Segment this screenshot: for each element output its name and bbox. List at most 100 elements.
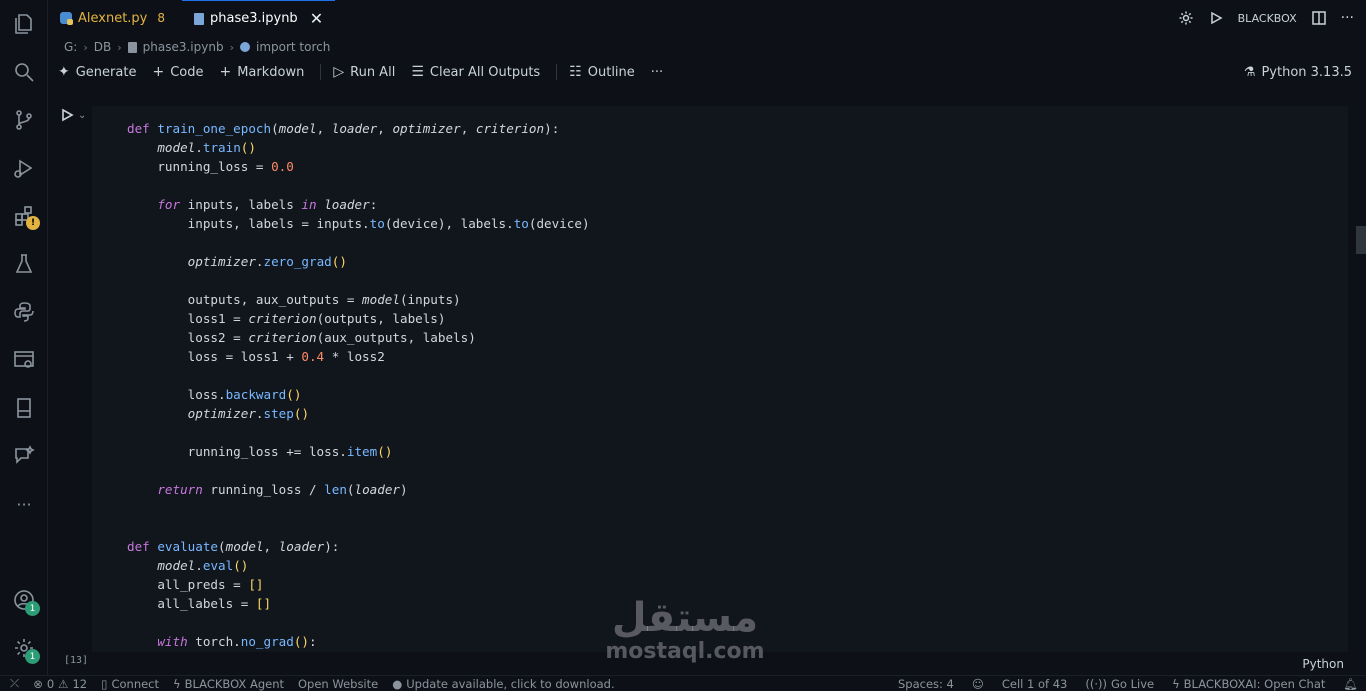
open-chat-label: BLACKBOXAI: Open Chat — [1183, 677, 1326, 691]
split-editor-icon[interactable] — [1311, 10, 1327, 26]
breadcrumb-item[interactable]: import torch — [256, 40, 330, 54]
blackbox-agent-status[interactable]: ϟ BLACKBOX Agent — [173, 677, 284, 691]
notebook-file-icon — [127, 41, 137, 53]
connect-status[interactable]: ▯ Connect — [101, 677, 159, 691]
toolbar-divider — [320, 64, 322, 80]
open-chat-status[interactable]: ϟ BLACKBOXAI: Open Chat — [1172, 677, 1325, 691]
broadcast-icon: ((·)) — [1085, 677, 1107, 691]
watermark-logo: مستقل mostaql.com — [600, 596, 770, 664]
add-markdown-button[interactable]: + Markdown — [219, 64, 304, 80]
add-code-button[interactable]: + Code — [152, 64, 203, 80]
warning-icon: ⚠ — [58, 676, 69, 691]
generate-label: Generate — [75, 64, 137, 80]
status-right: Spaces: 4 ☺ Cell 1 of 43 ((·)) Go Live ϟ… — [898, 676, 1358, 691]
status-bar: ⤫ ⊗ 0 ⚠ 12 ▯ Connect ϟ BLACKBOX Agent Op… — [0, 675, 1366, 691]
remote-icon[interactable]: ⤫ — [10, 676, 19, 691]
python-icon[interactable] — [0, 292, 48, 332]
bell-icon[interactable]: 🔔︎ — [1343, 677, 1358, 691]
cell-position-status[interactable]: Cell 1 of 43 — [1002, 677, 1068, 691]
editor-actions: BLACKBOX ··· — [1178, 0, 1354, 36]
lightning-icon: ϟ — [1172, 677, 1180, 691]
spaces-status[interactable]: Spaces: 4 — [898, 677, 954, 691]
source-control-icon[interactable] — [0, 100, 48, 140]
lightning-icon: ϟ — [173, 676, 181, 691]
breadcrumb-item[interactable]: G: — [64, 40, 77, 54]
clear-outputs-button[interactable]: ☰ Clear All Outputs — [411, 64, 540, 80]
run-all-icon: ▷ — [333, 64, 345, 80]
search-icon[interactable] — [0, 52, 48, 92]
watermark-latin: mostaql.com — [605, 639, 765, 664]
dot-icon: ● — [392, 676, 403, 691]
extensions-icon[interactable]: ! — [0, 196, 48, 236]
manage-badge: 1 — [25, 649, 40, 664]
problems-status[interactable]: ⊗ 0 ⚠ 12 — [33, 677, 87, 691]
toolbar-divider — [556, 64, 558, 80]
open-website-label: Open Website — [298, 676, 379, 691]
more-icon: ··· — [650, 64, 664, 80]
close-icon[interactable]: ✕ — [310, 9, 323, 28]
kernel-picker[interactable]: ⚗ Python 3.13.5 — [1244, 60, 1352, 84]
outline-button[interactable]: ☷ Outline — [569, 64, 635, 80]
run-debug-icon[interactable] — [0, 148, 48, 188]
clear-all-icon: ☰ — [411, 64, 424, 80]
warning-icon: ! — [26, 216, 40, 230]
python-icon — [239, 42, 250, 52]
run-cell-button[interactable]: ⌄ — [60, 108, 86, 122]
notebook-icon[interactable] — [0, 388, 48, 428]
testing-flask-icon[interactable] — [0, 244, 48, 284]
update-status[interactable]: ● Update available, click to download. — [392, 677, 614, 691]
more-views-icon[interactable]: ··· — [0, 484, 48, 524]
run-all-button[interactable]: ▷ Run All — [333, 64, 395, 80]
tab-alexnet[interactable]: Alexnet.py 8 — [48, 0, 177, 36]
flask-icon: ⚗ — [1243, 64, 1256, 80]
tab-bar: Alexnet.py 8 phase3.ipynb ✕ BLACKBOX ··· — [48, 0, 1366, 36]
plus-icon: + — [219, 64, 232, 80]
outline-label: Outline — [587, 64, 635, 80]
accounts-icon[interactable]: 1 — [0, 580, 48, 620]
remote-explorer-icon[interactable] — [0, 340, 48, 380]
more-toolbar-button[interactable]: ··· — [651, 65, 663, 80]
kernel-label: Python 3.13.5 — [1261, 64, 1352, 80]
chevron-down-icon[interactable]: ⌄ — [78, 110, 86, 121]
tab-phase3[interactable]: phase3.ipynb ✕ — [182, 0, 336, 36]
breadcrumb-item[interactable]: DB — [94, 40, 111, 54]
chat-icon[interactable] — [0, 436, 48, 476]
warnings-count: 12 — [72, 676, 88, 691]
clear-outputs-label: Clear All Outputs — [429, 64, 541, 80]
open-website-status[interactable]: Open Website — [298, 677, 378, 691]
watermark-arabic: مستقل — [611, 595, 759, 641]
update-label: Update available, click to download. — [406, 676, 615, 691]
generate-button[interactable]: ✦ Generate — [58, 64, 136, 80]
breadcrumb: G: › DB › phase3.ipynb › import torch — [64, 38, 330, 56]
code-label: Code — [170, 64, 204, 80]
errors-count: 0 — [46, 676, 55, 691]
execution-count: [13] — [64, 655, 89, 666]
go-live-status[interactable]: ((·)) Go Live — [1085, 677, 1154, 691]
activity-bar: ! ··· 1 1 — [0, 0, 48, 675]
cell-language[interactable]: Python — [1302, 657, 1344, 671]
connect-label: Connect — [111, 676, 160, 691]
python-file-icon — [60, 12, 73, 25]
sparkle-icon: ✦ — [58, 64, 70, 80]
chevron-right-icon: › — [229, 40, 234, 54]
play-icon — [62, 108, 74, 122]
list-icon: ☷ — [569, 64, 582, 80]
markdown-label: Markdown — [237, 64, 305, 80]
notebook-file-icon — [194, 12, 204, 25]
settings-gear-icon[interactable] — [1178, 10, 1194, 26]
explorer-icon[interactable] — [0, 4, 48, 44]
copilot-icon[interactable]: ☺ — [972, 677, 984, 691]
error-icon: ⊗ — [33, 676, 43, 691]
plus-icon: + — [152, 64, 165, 80]
manage-gear-icon[interactable]: 1 — [0, 628, 48, 668]
blackbox-label[interactable]: BLACKBOX — [1238, 12, 1297, 25]
notebook-editor: ⌄ def train_one_epoch(model, loader, opt… — [48, 100, 1366, 675]
code-editor[interactable]: def train_one_epoch(model, loader, optim… — [127, 119, 590, 651]
breadcrumb-item[interactable]: phase3.ipynb — [143, 40, 224, 54]
scrollbar-thumb[interactable] — [1356, 226, 1366, 254]
run-icon[interactable] — [1208, 10, 1224, 26]
notebook-toolbar: ✦ Generate + Code + Markdown ▷ Run All ☰… — [58, 60, 1366, 84]
accounts-badge: 1 — [25, 601, 40, 616]
chevron-right-icon: › — [117, 40, 122, 54]
more-actions-icon[interactable]: ··· — [1341, 10, 1354, 26]
